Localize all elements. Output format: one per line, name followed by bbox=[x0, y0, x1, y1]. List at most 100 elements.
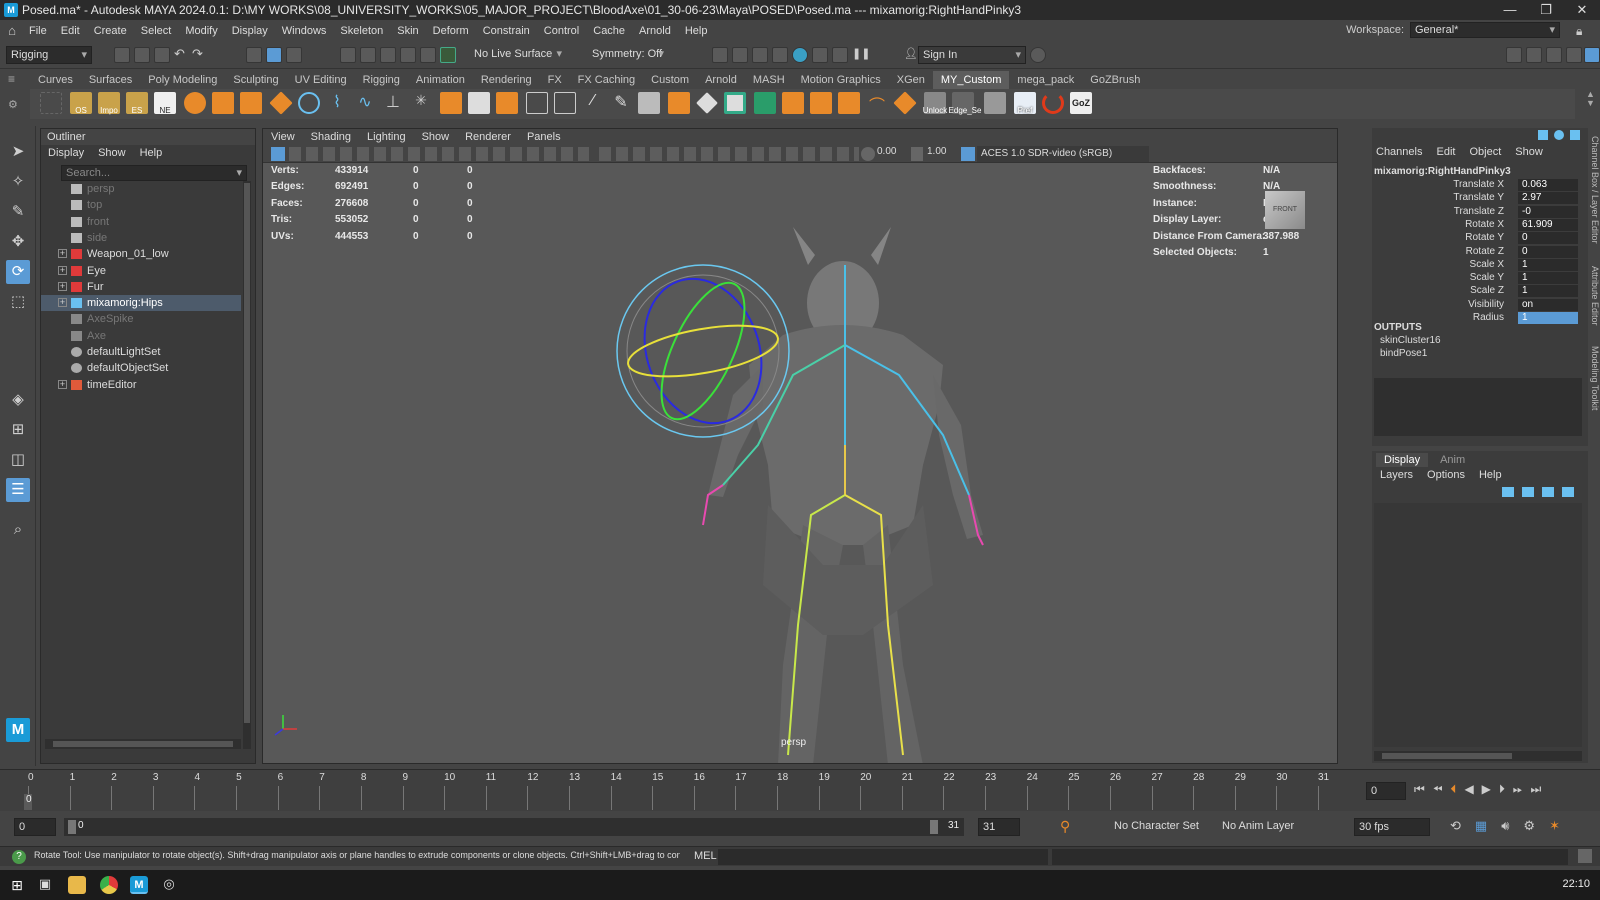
shelf-tab-sculpting[interactable]: Sculpting bbox=[225, 71, 286, 89]
maya-taskbar-icon[interactable]: M bbox=[130, 876, 148, 894]
layer-tab-display[interactable]: Display bbox=[1376, 453, 1429, 467]
paint-select-icon[interactable]: ✎ bbox=[6, 200, 30, 224]
channel-row[interactable]: Rotate Z 0 bbox=[1372, 245, 1588, 259]
menu-constrain[interactable]: Constrain bbox=[476, 25, 537, 37]
expand-icon[interactable]: + bbox=[58, 249, 67, 259]
side-tab[interactable]: Attribute Editor bbox=[1590, 266, 1600, 326]
box-tool-icon[interactable] bbox=[440, 92, 462, 114]
loop-icon[interactable]: ⟲ bbox=[1450, 818, 1461, 834]
range-bar[interactable] bbox=[64, 818, 964, 836]
step-back-frame-icon[interactable]: ⏴︎ bbox=[1450, 782, 1456, 797]
select-object-icon[interactable] bbox=[266, 47, 282, 63]
channelbox-menu-show[interactable]: Show bbox=[1515, 146, 1543, 158]
expand-icon[interactable]: + bbox=[58, 265, 67, 275]
outliner-item[interactable]: + Eye bbox=[41, 263, 241, 279]
single-view-icon[interactable]: ◈ bbox=[6, 388, 30, 412]
select-component-icon[interactable] bbox=[286, 47, 302, 63]
channel-value[interactable]: 0 bbox=[1518, 232, 1578, 245]
outliner-item[interactable]: + Fur bbox=[41, 279, 241, 295]
new-layer-selected-icon[interactable] bbox=[1562, 487, 1574, 497]
outliner-item[interactable]: front bbox=[41, 214, 241, 230]
lasso-tool-icon[interactable]: ✧ bbox=[6, 170, 30, 194]
animation-start-field[interactable]: 0 bbox=[14, 818, 56, 836]
channelbox-menu-channels[interactable]: Channels bbox=[1376, 146, 1422, 158]
live-surface-field[interactable]: No Live Surface bbox=[470, 46, 566, 64]
bevel-icon[interactable] bbox=[810, 92, 832, 114]
channel-row[interactable]: Rotate X 61.909 bbox=[1372, 218, 1588, 232]
anim-layer-dropdown[interactable]: No Anim Layer bbox=[1222, 820, 1312, 832]
channel-row[interactable]: Rotate Y 0 bbox=[1372, 232, 1588, 245]
colorspace-dropdown[interactable]: ACES 1.0 SDR-video (sRGB) bbox=[977, 146, 1149, 162]
half-box-icon[interactable] bbox=[468, 92, 490, 114]
menu-arnold[interactable]: Arnold bbox=[632, 25, 678, 37]
cbox-edit-icon[interactable] bbox=[1570, 130, 1580, 140]
character-set-dropdown[interactable]: No Character Set bbox=[1114, 820, 1202, 832]
orange-box-icon[interactable] bbox=[668, 92, 690, 114]
menu-help[interactable]: Help bbox=[678, 25, 715, 37]
color-management-icon[interactable] bbox=[961, 147, 975, 161]
current-frame-field[interactable]: 0 bbox=[1366, 782, 1406, 800]
snap-point-icon[interactable] bbox=[380, 47, 396, 63]
go-to-start-icon[interactable]: ⏮ bbox=[1414, 782, 1425, 797]
viewport-menu-view[interactable]: View bbox=[271, 129, 295, 145]
checker-icon[interactable] bbox=[724, 92, 746, 114]
white-diamond-icon[interactable] bbox=[696, 92, 718, 114]
shelf-tab-mash[interactable]: MASH bbox=[745, 71, 793, 89]
layer-move-up-icon[interactable] bbox=[1502, 487, 1514, 497]
expand-icon[interactable]: + bbox=[58, 298, 67, 308]
select-camera-icon[interactable] bbox=[271, 147, 285, 161]
time-slider[interactable]: 0 1 2 3 4 5 6 7 8 9 10 11 12 13 14 15 16 17 18 19 20 21 22 23 24… bbox=[0, 769, 1600, 811]
step-back-key-icon[interactable]: ⏪︎ bbox=[1433, 782, 1443, 797]
menu-skeleton[interactable]: Skeleton bbox=[333, 25, 390, 37]
render-frame-icon[interactable] bbox=[732, 47, 748, 63]
outliner-item[interactable]: + Weapon_01_low bbox=[41, 246, 241, 262]
viewport-menu-panels[interactable]: Panels bbox=[527, 129, 561, 145]
viewport-menu-lighting[interactable]: Lighting bbox=[367, 129, 406, 145]
layer-menu-options[interactable]: Options bbox=[1427, 469, 1465, 481]
pen-icon[interactable]: ✎ bbox=[610, 92, 632, 114]
fps-dropdown[interactable]: 30 fps bbox=[1354, 818, 1430, 836]
gamma-value[interactable]: 1.00 bbox=[927, 146, 957, 157]
animation-end-field[interactable]: 31 bbox=[978, 818, 1020, 836]
script-editor-icon[interactable] bbox=[1578, 849, 1592, 863]
outliner-search-input[interactable]: Search... bbox=[61, 165, 247, 181]
channel-value[interactable]: 0.063 bbox=[1518, 179, 1578, 191]
outliner-item[interactable]: defaultLightSet bbox=[41, 344, 241, 360]
shelf-tab-curves[interactable]: Curves bbox=[30, 71, 81, 89]
help-icon[interactable] bbox=[1030, 47, 1046, 63]
channelbox-menu-object[interactable]: Object bbox=[1469, 146, 1501, 158]
outliner-item[interactable]: defaultObjectSet bbox=[41, 360, 241, 376]
chrome-icon[interactable] bbox=[100, 876, 118, 894]
render-view-icon[interactable] bbox=[712, 47, 728, 63]
lock-icon[interactable]: 🔒︎ bbox=[1576, 24, 1588, 38]
camera-tools-icons[interactable] bbox=[289, 147, 589, 161]
save-scene-icon[interactable] bbox=[154, 47, 170, 63]
channel-row[interactable]: Scale Z 1 bbox=[1372, 285, 1588, 298]
channel-value[interactable]: 0 bbox=[1518, 245, 1578, 258]
output-node[interactable]: skinCluster16 bbox=[1380, 335, 1441, 346]
expand-icon[interactable]: + bbox=[58, 281, 67, 291]
menu-control[interactable]: Control bbox=[537, 25, 586, 37]
shelf-tab-custom[interactable]: Custom bbox=[643, 71, 697, 89]
shelf-tab-animation[interactable]: Animation bbox=[408, 71, 473, 89]
poly-cylinder-icon[interactable] bbox=[240, 92, 262, 114]
locator-icon[interactable]: ✳ bbox=[410, 92, 432, 114]
close-button[interactable]: ✕ bbox=[1564, 0, 1600, 20]
minimize-button[interactable]: — bbox=[1492, 0, 1528, 20]
shelf-options-icon[interactable]: ⚙ bbox=[8, 98, 18, 111]
auto-key-icon[interactable]: ⚲ bbox=[1060, 818, 1070, 835]
outliner-item[interactable]: + mixamorig:Hips bbox=[41, 295, 241, 312]
channel-box-toggle-icon[interactable] bbox=[1566, 47, 1582, 63]
two-view-icon[interactable]: ◫ bbox=[6, 448, 30, 472]
joint-tool-icon[interactable]: ⊥ bbox=[382, 92, 404, 114]
mel-command-input[interactable] bbox=[718, 849, 1048, 865]
pause-icon[interactable]: ❚❚ bbox=[852, 47, 870, 63]
outliner-item[interactable]: top bbox=[41, 197, 241, 213]
channel-value[interactable]: -0 bbox=[1518, 205, 1578, 218]
outliner-menu-help[interactable]: Help bbox=[140, 145, 163, 161]
play-backward-icon[interactable]: ◀ bbox=[1464, 782, 1473, 797]
goz-icon[interactable]: GoZ bbox=[1070, 92, 1092, 114]
snap-view-icon[interactable] bbox=[400, 47, 416, 63]
go-to-end-icon[interactable]: ⏭ bbox=[1531, 782, 1542, 797]
exposure-value[interactable]: 0.00 bbox=[877, 146, 907, 157]
